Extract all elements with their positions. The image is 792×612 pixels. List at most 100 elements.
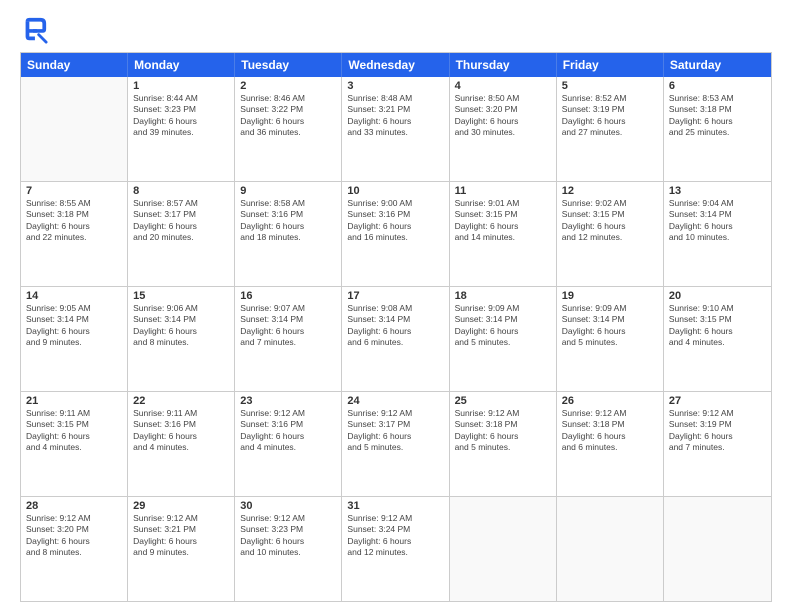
- day-info: Sunrise: 9:11 AM Sunset: 3:15 PM Dayligh…: [26, 408, 122, 454]
- calendar-cell-30: 30Sunrise: 9:12 AM Sunset: 3:23 PM Dayli…: [235, 497, 342, 601]
- calendar-cell-1: 1Sunrise: 8:44 AM Sunset: 3:23 PM Daylig…: [128, 77, 235, 181]
- calendar-header: SundayMondayTuesdayWednesdayThursdayFrid…: [21, 53, 771, 77]
- calendar-header-cell-wednesday: Wednesday: [342, 53, 449, 77]
- day-number: 30: [240, 500, 336, 512]
- calendar-cell-7: 7Sunrise: 8:55 AM Sunset: 3:18 PM Daylig…: [21, 182, 128, 286]
- day-info: Sunrise: 9:12 AM Sunset: 3:20 PM Dayligh…: [26, 513, 122, 559]
- day-number: 26: [562, 395, 658, 407]
- day-number: 20: [669, 290, 766, 302]
- day-number: 14: [26, 290, 122, 302]
- day-number: 4: [455, 80, 551, 92]
- day-info: Sunrise: 9:05 AM Sunset: 3:14 PM Dayligh…: [26, 303, 122, 349]
- day-number: 13: [669, 185, 766, 197]
- calendar-row-1: 7Sunrise: 8:55 AM Sunset: 3:18 PM Daylig…: [21, 181, 771, 286]
- calendar-cell-11: 11Sunrise: 9:01 AM Sunset: 3:15 PM Dayli…: [450, 182, 557, 286]
- calendar-cell-empty-0-0: [21, 77, 128, 181]
- day-info: Sunrise: 8:55 AM Sunset: 3:18 PM Dayligh…: [26, 198, 122, 244]
- calendar-cell-14: 14Sunrise: 9:05 AM Sunset: 3:14 PM Dayli…: [21, 287, 128, 391]
- day-number: 19: [562, 290, 658, 302]
- calendar-cell-27: 27Sunrise: 9:12 AM Sunset: 3:19 PM Dayli…: [664, 392, 771, 496]
- day-info: Sunrise: 9:07 AM Sunset: 3:14 PM Dayligh…: [240, 303, 336, 349]
- day-number: 6: [669, 80, 766, 92]
- calendar-cell-29: 29Sunrise: 9:12 AM Sunset: 3:21 PM Dayli…: [128, 497, 235, 601]
- calendar-cell-13: 13Sunrise: 9:04 AM Sunset: 3:14 PM Dayli…: [664, 182, 771, 286]
- calendar-cell-24: 24Sunrise: 9:12 AM Sunset: 3:17 PM Dayli…: [342, 392, 449, 496]
- day-number: 28: [26, 500, 122, 512]
- page: SundayMondayTuesdayWednesdayThursdayFrid…: [0, 0, 792, 612]
- calendar-cell-25: 25Sunrise: 9:12 AM Sunset: 3:18 PM Dayli…: [450, 392, 557, 496]
- calendar-cell-16: 16Sunrise: 9:07 AM Sunset: 3:14 PM Dayli…: [235, 287, 342, 391]
- day-number: 8: [133, 185, 229, 197]
- day-number: 10: [347, 185, 443, 197]
- day-info: Sunrise: 9:06 AM Sunset: 3:14 PM Dayligh…: [133, 303, 229, 349]
- day-number: 27: [669, 395, 766, 407]
- calendar-cell-2: 2Sunrise: 8:46 AM Sunset: 3:22 PM Daylig…: [235, 77, 342, 181]
- day-number: 22: [133, 395, 229, 407]
- calendar: SundayMondayTuesdayWednesdayThursdayFrid…: [20, 52, 772, 602]
- calendar-cell-8: 8Sunrise: 8:57 AM Sunset: 3:17 PM Daylig…: [128, 182, 235, 286]
- calendar-cell-9: 9Sunrise: 8:58 AM Sunset: 3:16 PM Daylig…: [235, 182, 342, 286]
- logo-icon: [20, 16, 48, 44]
- calendar-cell-18: 18Sunrise: 9:09 AM Sunset: 3:14 PM Dayli…: [450, 287, 557, 391]
- day-number: 3: [347, 80, 443, 92]
- calendar-cell-12: 12Sunrise: 9:02 AM Sunset: 3:15 PM Dayli…: [557, 182, 664, 286]
- day-info: Sunrise: 9:12 AM Sunset: 3:19 PM Dayligh…: [669, 408, 766, 454]
- calendar-cell-6: 6Sunrise: 8:53 AM Sunset: 3:18 PM Daylig…: [664, 77, 771, 181]
- day-number: 15: [133, 290, 229, 302]
- day-info: Sunrise: 8:46 AM Sunset: 3:22 PM Dayligh…: [240, 93, 336, 139]
- calendar-cell-21: 21Sunrise: 9:11 AM Sunset: 3:15 PM Dayli…: [21, 392, 128, 496]
- day-info: Sunrise: 9:12 AM Sunset: 3:24 PM Dayligh…: [347, 513, 443, 559]
- calendar-cell-19: 19Sunrise: 9:09 AM Sunset: 3:14 PM Dayli…: [557, 287, 664, 391]
- calendar-cell-5: 5Sunrise: 8:52 AM Sunset: 3:19 PM Daylig…: [557, 77, 664, 181]
- calendar-header-cell-thursday: Thursday: [450, 53, 557, 77]
- day-number: 7: [26, 185, 122, 197]
- header: [20, 16, 772, 44]
- day-info: Sunrise: 9:12 AM Sunset: 3:18 PM Dayligh…: [562, 408, 658, 454]
- day-number: 11: [455, 185, 551, 197]
- calendar-row-4: 28Sunrise: 9:12 AM Sunset: 3:20 PM Dayli…: [21, 496, 771, 601]
- calendar-cell-23: 23Sunrise: 9:12 AM Sunset: 3:16 PM Dayli…: [235, 392, 342, 496]
- day-info: Sunrise: 9:11 AM Sunset: 3:16 PM Dayligh…: [133, 408, 229, 454]
- calendar-cell-17: 17Sunrise: 9:08 AM Sunset: 3:14 PM Dayli…: [342, 287, 449, 391]
- day-info: Sunrise: 8:52 AM Sunset: 3:19 PM Dayligh…: [562, 93, 658, 139]
- day-info: Sunrise: 9:12 AM Sunset: 3:17 PM Dayligh…: [347, 408, 443, 454]
- day-number: 16: [240, 290, 336, 302]
- day-number: 12: [562, 185, 658, 197]
- day-number: 18: [455, 290, 551, 302]
- day-info: Sunrise: 9:12 AM Sunset: 3:16 PM Dayligh…: [240, 408, 336, 454]
- day-number: 24: [347, 395, 443, 407]
- calendar-cell-empty-4-5: [557, 497, 664, 601]
- day-info: Sunrise: 9:00 AM Sunset: 3:16 PM Dayligh…: [347, 198, 443, 244]
- day-number: 25: [455, 395, 551, 407]
- day-info: Sunrise: 9:12 AM Sunset: 3:21 PM Dayligh…: [133, 513, 229, 559]
- day-number: 9: [240, 185, 336, 197]
- day-info: Sunrise: 8:58 AM Sunset: 3:16 PM Dayligh…: [240, 198, 336, 244]
- day-number: 2: [240, 80, 336, 92]
- day-info: Sunrise: 9:10 AM Sunset: 3:15 PM Dayligh…: [669, 303, 766, 349]
- calendar-header-cell-sunday: Sunday: [21, 53, 128, 77]
- logo: [20, 16, 52, 44]
- day-number: 17: [347, 290, 443, 302]
- day-number: 29: [133, 500, 229, 512]
- calendar-header-cell-monday: Monday: [128, 53, 235, 77]
- day-info: Sunrise: 9:09 AM Sunset: 3:14 PM Dayligh…: [562, 303, 658, 349]
- calendar-cell-10: 10Sunrise: 9:00 AM Sunset: 3:16 PM Dayli…: [342, 182, 449, 286]
- day-number: 31: [347, 500, 443, 512]
- day-info: Sunrise: 8:53 AM Sunset: 3:18 PM Dayligh…: [669, 93, 766, 139]
- calendar-cell-26: 26Sunrise: 9:12 AM Sunset: 3:18 PM Dayli…: [557, 392, 664, 496]
- calendar-cell-empty-4-6: [664, 497, 771, 601]
- day-info: Sunrise: 9:12 AM Sunset: 3:23 PM Dayligh…: [240, 513, 336, 559]
- calendar-row-3: 21Sunrise: 9:11 AM Sunset: 3:15 PM Dayli…: [21, 391, 771, 496]
- day-info: Sunrise: 9:04 AM Sunset: 3:14 PM Dayligh…: [669, 198, 766, 244]
- calendar-body: 1Sunrise: 8:44 AM Sunset: 3:23 PM Daylig…: [21, 77, 771, 601]
- calendar-cell-3: 3Sunrise: 8:48 AM Sunset: 3:21 PM Daylig…: [342, 77, 449, 181]
- calendar-row-2: 14Sunrise: 9:05 AM Sunset: 3:14 PM Dayli…: [21, 286, 771, 391]
- calendar-cell-28: 28Sunrise: 9:12 AM Sunset: 3:20 PM Dayli…: [21, 497, 128, 601]
- calendar-header-cell-friday: Friday: [557, 53, 664, 77]
- calendar-cell-empty-4-4: [450, 497, 557, 601]
- day-info: Sunrise: 9:08 AM Sunset: 3:14 PM Dayligh…: [347, 303, 443, 349]
- day-info: Sunrise: 9:01 AM Sunset: 3:15 PM Dayligh…: [455, 198, 551, 244]
- day-info: Sunrise: 8:48 AM Sunset: 3:21 PM Dayligh…: [347, 93, 443, 139]
- day-info: Sunrise: 9:09 AM Sunset: 3:14 PM Dayligh…: [455, 303, 551, 349]
- calendar-cell-22: 22Sunrise: 9:11 AM Sunset: 3:16 PM Dayli…: [128, 392, 235, 496]
